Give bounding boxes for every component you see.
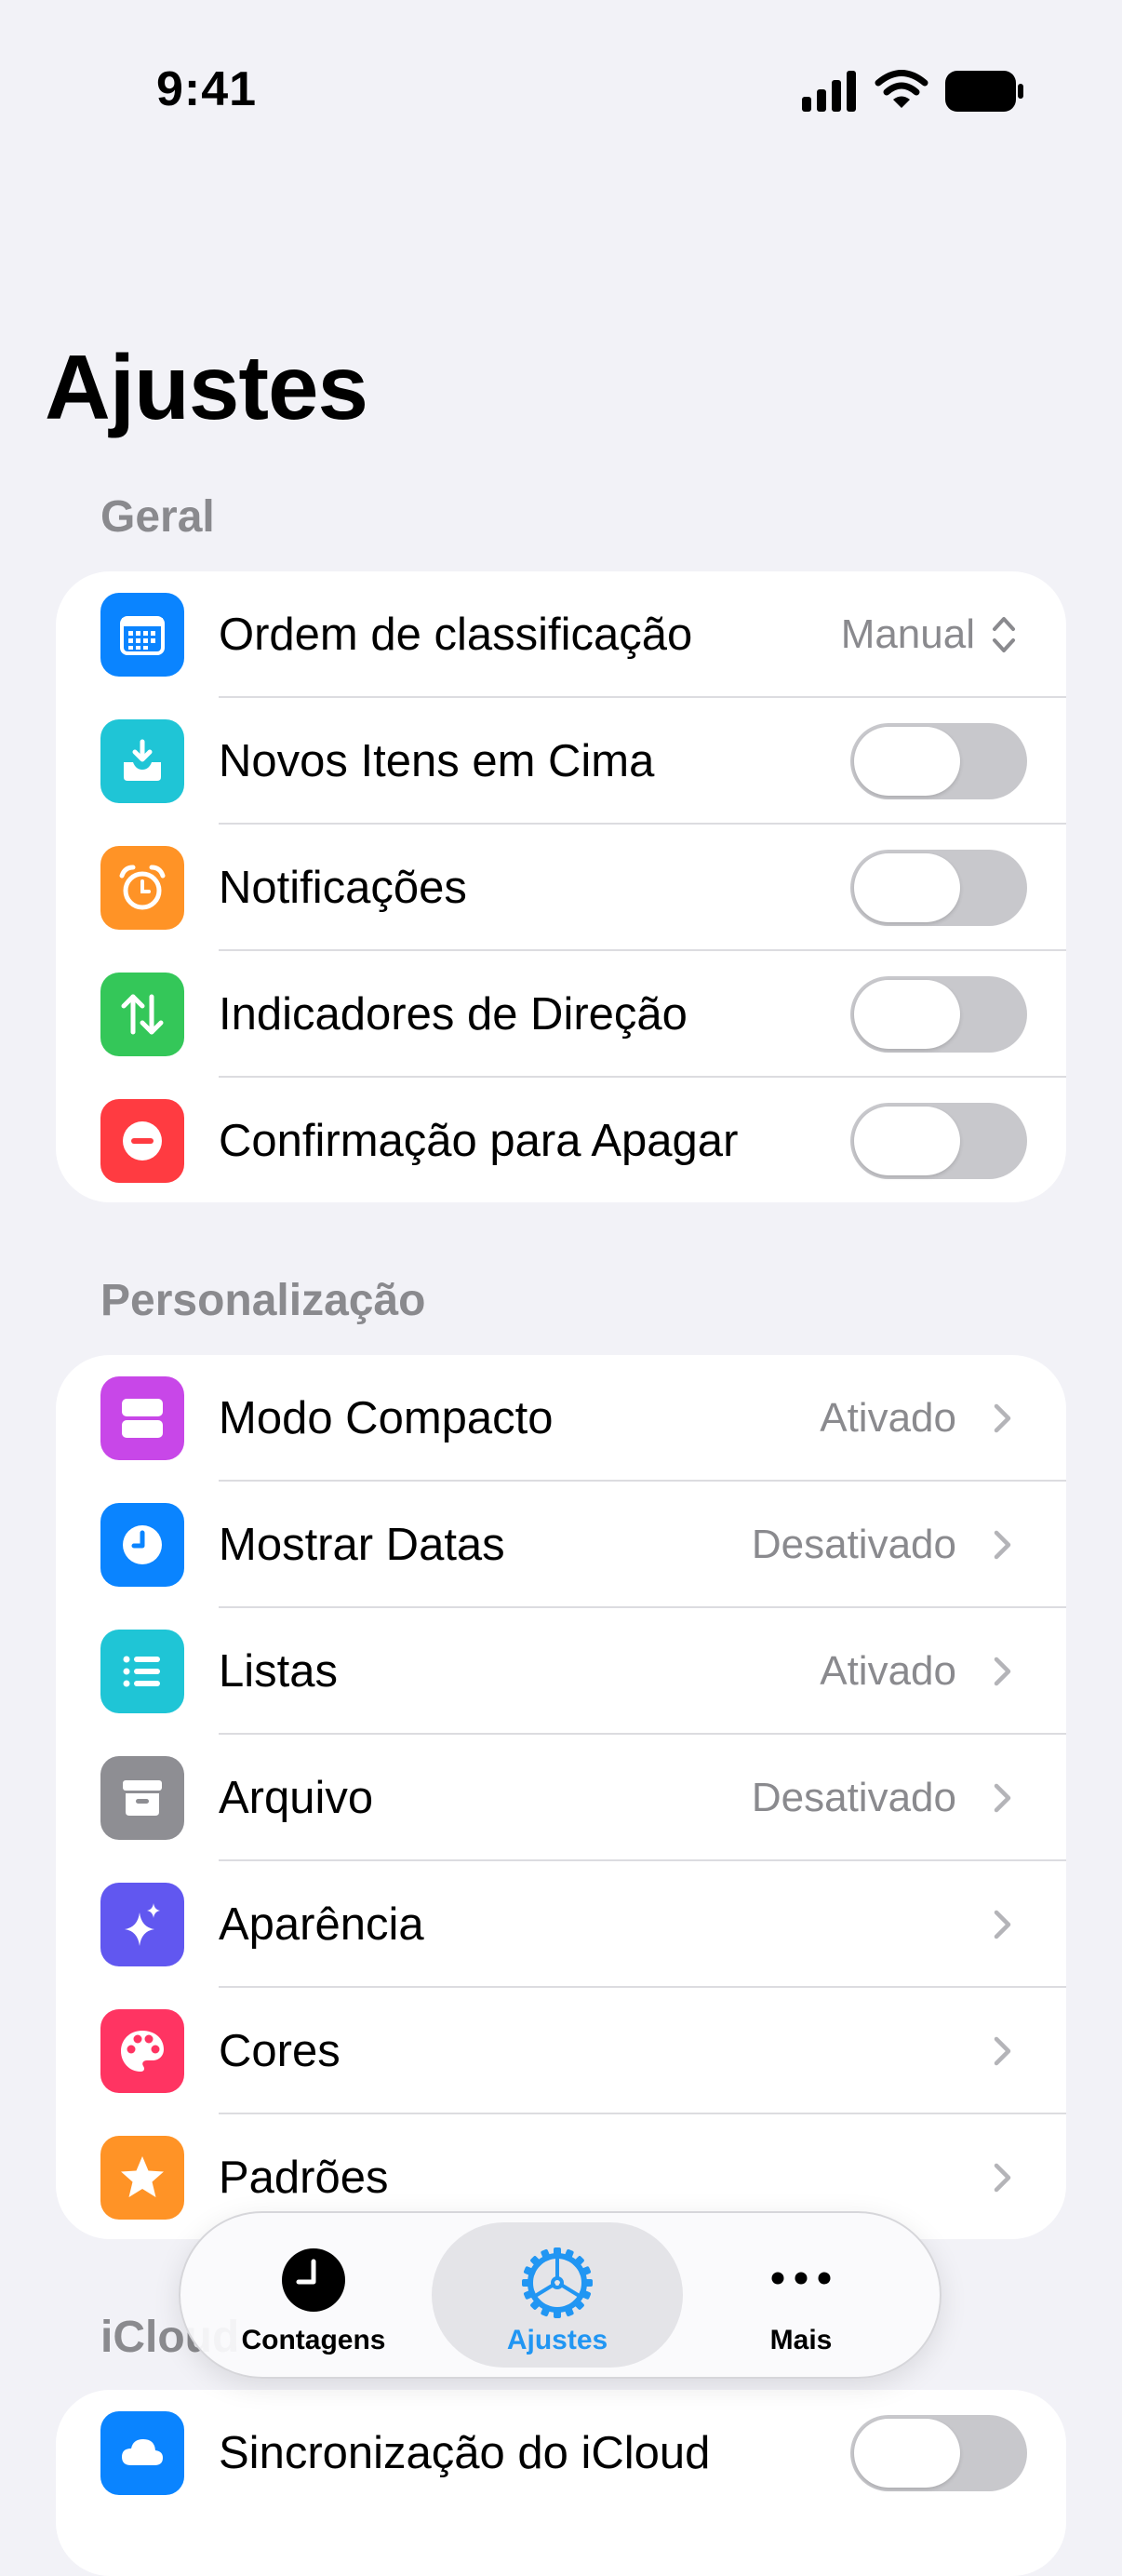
setting-value: Ativado xyxy=(820,1395,956,1441)
sort-order-value: Manual xyxy=(840,611,975,657)
cloud-icon xyxy=(100,2411,184,2495)
setting-new-items-top: Novos Itens em Cima xyxy=(56,698,1066,825)
calendar-icon xyxy=(100,593,184,677)
status-bar: 9:41 xyxy=(0,0,1122,186)
notifications-toggle[interactable] xyxy=(850,850,1027,926)
setting-sort-order[interactable]: Ordem de classificação Manual xyxy=(56,571,1066,698)
tab-settings[interactable]: Ajustes xyxy=(432,2222,683,2368)
toggle-knob xyxy=(854,2419,960,2488)
setting-compact-mode[interactable]: Modo Compacto Ativado xyxy=(56,1355,1066,1482)
direction-indicators-toggle[interactable] xyxy=(850,976,1027,1053)
tab-counts[interactable]: Contagens xyxy=(188,2222,439,2368)
tab-label: Ajustes xyxy=(506,2325,608,2355)
battery-icon xyxy=(945,71,1023,116)
toggle-knob xyxy=(854,980,960,1049)
clock-icon xyxy=(280,2247,347,2318)
setting-value: Desativado xyxy=(751,1775,956,1820)
chevron-right-icon xyxy=(990,2161,1016,2194)
tray-download-icon xyxy=(100,719,184,803)
section-header-personalization: Personalização xyxy=(100,1276,426,1325)
palette-icon xyxy=(100,2009,184,2093)
page-title: Ajustes xyxy=(45,336,368,438)
tab-label: Contagens xyxy=(241,2325,386,2355)
sparkles-icon xyxy=(100,1883,184,1966)
tab-more[interactable]: Mais xyxy=(675,2222,927,2368)
icloud-sync-toggle[interactable] xyxy=(850,2415,1027,2491)
setting-label: Indicadores de Direção xyxy=(219,989,688,1040)
chevron-right-icon xyxy=(990,1402,1016,1435)
wifi-icon xyxy=(875,69,928,114)
status-time: 9:41 xyxy=(156,62,258,116)
setting-label: Arquivo xyxy=(219,1773,374,1823)
setting-label: Notificações xyxy=(219,863,467,913)
new-items-top-toggle[interactable] xyxy=(850,723,1027,799)
archive-box-icon xyxy=(100,1756,184,1840)
delete-confirmation-toggle[interactable] xyxy=(850,1103,1027,1179)
setting-label: Cores xyxy=(219,2026,341,2076)
setting-label: Modo Compacto xyxy=(219,1393,554,1443)
setting-label: Aparência xyxy=(219,1899,424,1950)
cellular-signal-icon xyxy=(802,71,858,116)
toggle-knob xyxy=(854,853,960,922)
setting-archive[interactable]: Arquivo Desativado xyxy=(56,1735,1066,1861)
setting-value: Ativado xyxy=(820,1648,956,1694)
setting-label: Listas xyxy=(219,1646,339,1697)
chevron-right-icon xyxy=(990,1528,1016,1562)
setting-show-dates[interactable]: Mostrar Datas Desativado xyxy=(56,1482,1066,1608)
setting-appearance[interactable]: Aparência xyxy=(56,1861,1066,1988)
chevron-right-icon xyxy=(990,1655,1016,1688)
alarm-clock-icon xyxy=(100,846,184,930)
up-down-arrows-icon xyxy=(100,973,184,1056)
gear-icon xyxy=(521,2247,594,2324)
chevron-up-down-icon xyxy=(990,612,1018,657)
ellipsis-icon xyxy=(768,2269,834,2292)
chevron-right-icon xyxy=(990,1781,1016,1815)
toggle-knob xyxy=(854,727,960,796)
chevron-right-icon xyxy=(990,1908,1016,1941)
toggle-knob xyxy=(854,1107,960,1175)
chevron-right-icon xyxy=(990,2034,1016,2068)
setting-lists[interactable]: Listas Ativado xyxy=(56,1608,1066,1735)
icloud-settings-card: Sincronização do iCloud xyxy=(56,2390,1066,2576)
setting-notifications: Notificações xyxy=(56,825,1066,951)
clock-icon xyxy=(100,1503,184,1587)
setting-label: Mostrar Datas xyxy=(219,1520,505,1570)
personalization-settings-card: Modo Compacto Ativado Mostrar Datas Desa… xyxy=(56,1355,1066,2239)
section-header-general: Geral xyxy=(100,492,215,542)
minus-circle-icon xyxy=(100,1099,184,1183)
setting-value: Desativado xyxy=(751,1522,956,1567)
setting-label: Novos Itens em Cima xyxy=(219,736,655,786)
setting-delete-confirmation: Confirmação para Apagar xyxy=(56,1078,1066,1202)
tab-label: Mais xyxy=(769,2325,833,2355)
setting-icloud-sync: Sincronização do iCloud xyxy=(56,2390,1066,2516)
setting-label: Confirmação para Apagar xyxy=(219,1116,739,1166)
setting-direction-indicators: Indicadores de Direção xyxy=(56,951,1066,1078)
star-icon xyxy=(100,2136,184,2220)
general-settings-card: Ordem de classificação Manual Novos Iten… xyxy=(56,571,1066,1202)
list-icon xyxy=(100,1630,184,1713)
setting-label: Ordem de classificação xyxy=(219,610,693,660)
tab-bar: Contagens Ajustes Mais xyxy=(179,2211,942,2379)
compact-rows-icon xyxy=(100,1376,184,1460)
setting-label: Sincronização do iCloud xyxy=(219,2428,711,2478)
setting-colors[interactable]: Cores xyxy=(56,1988,1066,2114)
